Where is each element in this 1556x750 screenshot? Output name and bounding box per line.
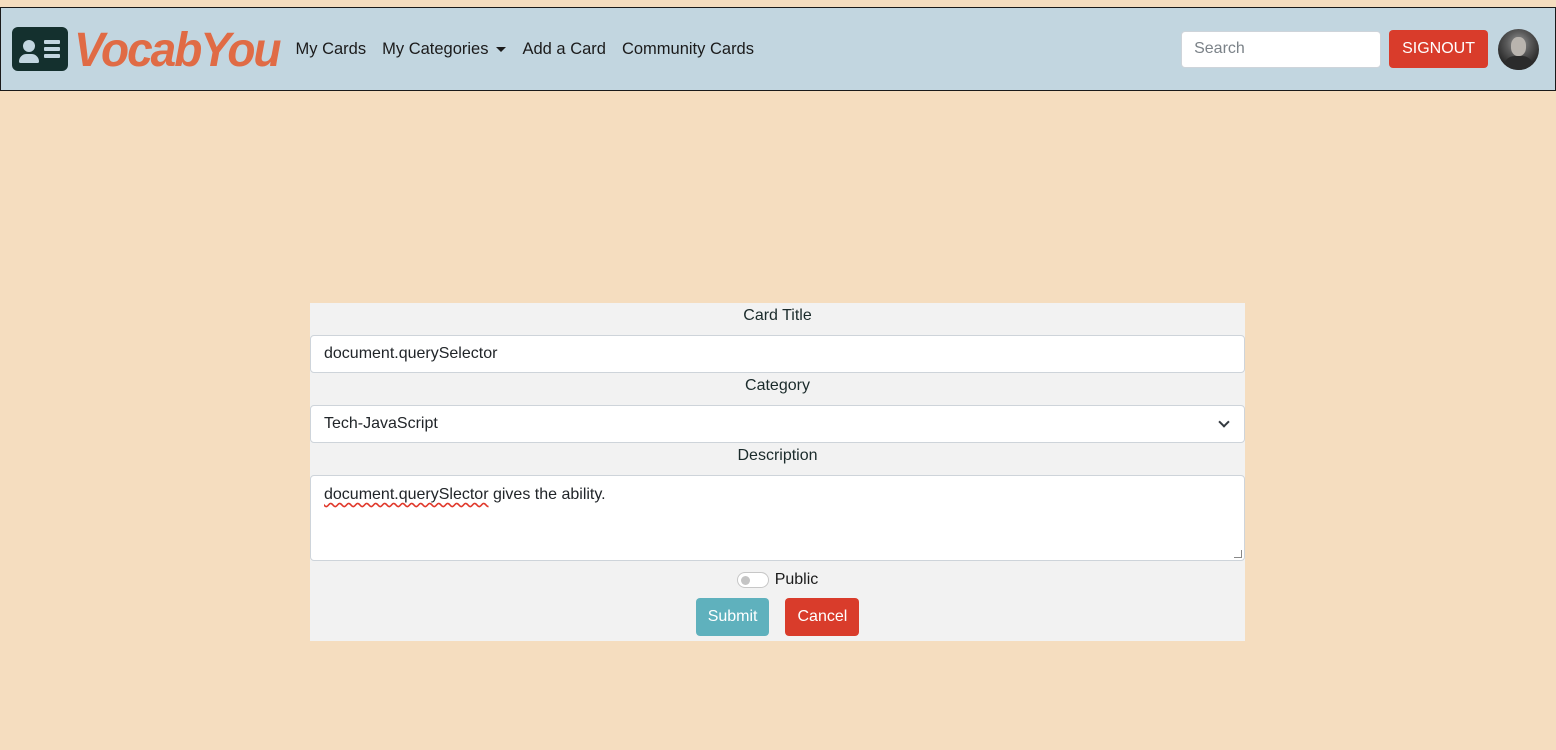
description-text: gives the ability. (488, 486, 606, 503)
nav-my-categories-dropdown[interactable]: My Categories (382, 39, 507, 59)
card-form: Card Title Category Tech-JavaScript Desc… (310, 303, 1245, 641)
nav-my-categories-label: My Categories (382, 39, 489, 58)
card-title-label: Card Title (743, 307, 812, 324)
description-misspelled-word: document.querySlector (324, 486, 489, 503)
nav-community-cards[interactable]: Community Cards (622, 40, 754, 59)
navbar: VocabYou My Cards My Categories Add a Ca… (0, 7, 1556, 91)
public-toggle-row: Public (310, 570, 1245, 590)
category-select[interactable]: Tech-JavaScript (310, 405, 1245, 443)
card-title-input[interactable] (310, 335, 1245, 373)
form-actions: Submit Cancel (310, 598, 1245, 636)
description-label: Description (737, 447, 818, 464)
resize-handle-icon[interactable] (1234, 550, 1242, 558)
signout-button[interactable]: SIGNOUT (1389, 30, 1488, 68)
submit-button[interactable]: Submit (695, 598, 770, 636)
nav-my-cards[interactable]: My Cards (296, 40, 367, 59)
category-label: Category (745, 377, 810, 394)
caret-down-icon (496, 46, 507, 52)
public-label: Public (774, 571, 819, 588)
nav-right: SIGNOUT (1181, 28, 1539, 70)
nav-links: My Cards My Categories Add a Card Commun… (296, 40, 770, 59)
nav-add-card[interactable]: Add a Card (522, 40, 605, 59)
user-avatar[interactable] (1498, 28, 1539, 70)
id-card-icon (12, 27, 68, 71)
brand[interactable]: VocabYou (12, 21, 282, 77)
public-toggle[interactable] (736, 572, 769, 588)
cancel-button[interactable]: Cancel (785, 598, 860, 636)
search-input[interactable] (1181, 30, 1382, 68)
brand-name: VocabYou (74, 21, 282, 77)
description-textarea[interactable]: document.querySlector gives the ability. (310, 475, 1245, 561)
category-selected-value: Tech-JavaScript (324, 415, 438, 432)
